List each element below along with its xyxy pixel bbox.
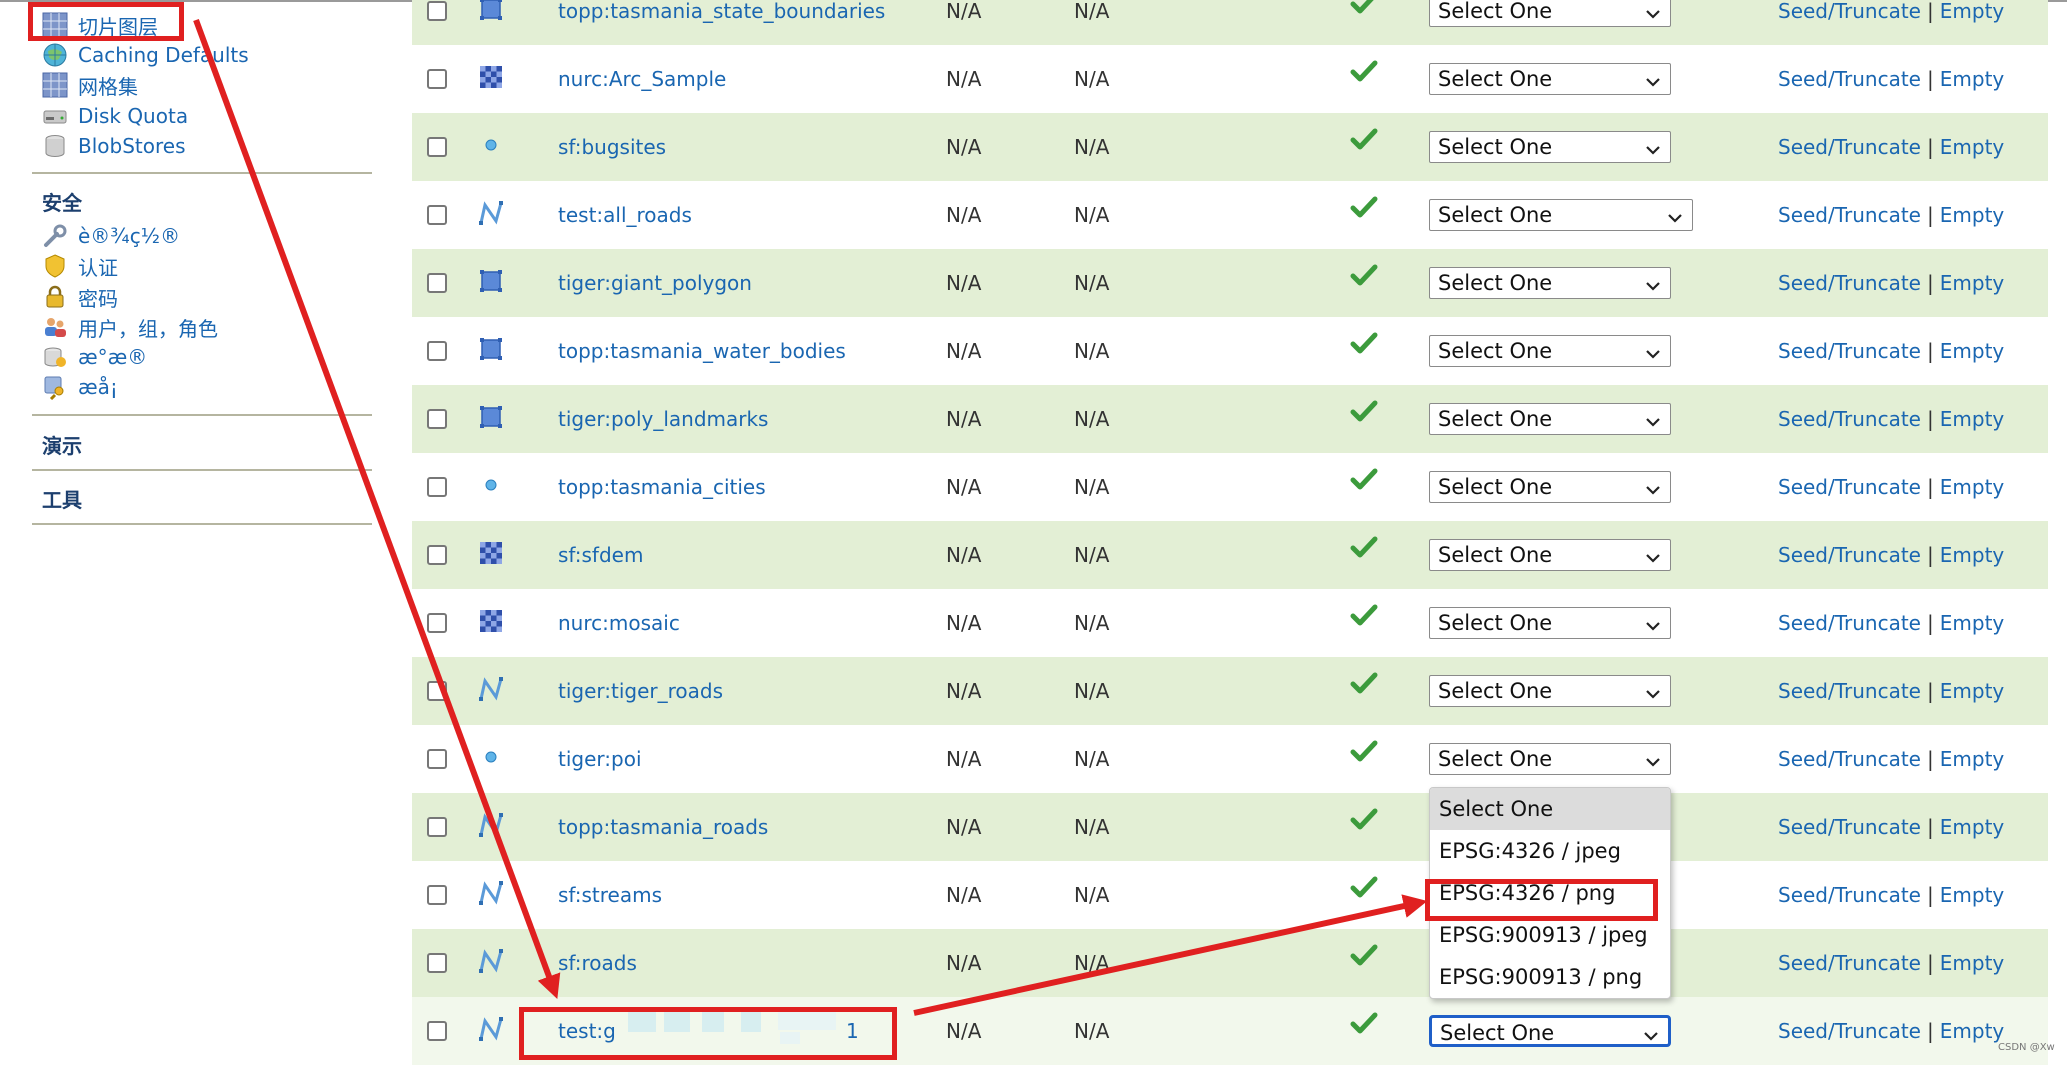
arrow-row-to-option bbox=[913, 894, 1428, 1016]
annotation-arrows bbox=[193, 18, 1428, 1016]
arrow-sidebar-to-row bbox=[193, 18, 561, 1000]
watermark: CSDN @Xw bbox=[1998, 1042, 2055, 1053]
